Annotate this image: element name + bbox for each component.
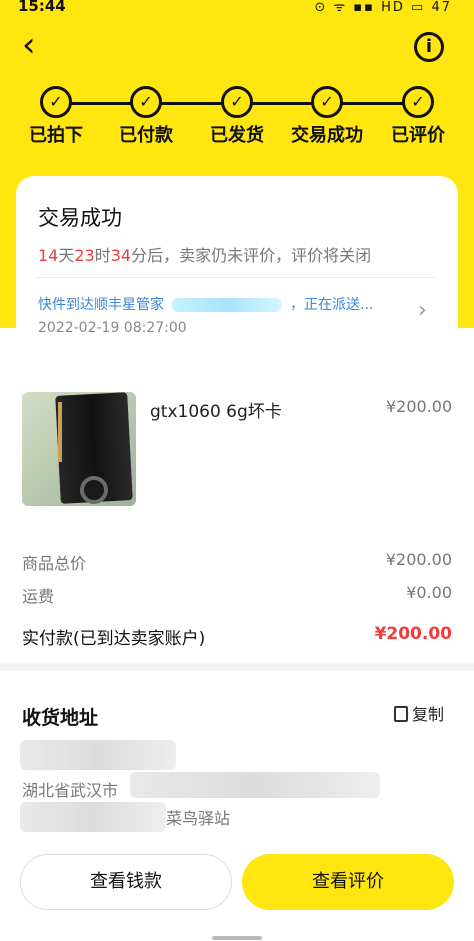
divider xyxy=(36,277,438,278)
check-icon: ✓ xyxy=(221,86,253,118)
redacted-recipient xyxy=(20,740,176,770)
product-price: ¥200.00 xyxy=(386,397,453,416)
chevron-left-icon: ‹ xyxy=(22,25,36,65)
goods-total-label: 商品总价 xyxy=(22,554,87,573)
shipping-fee-value: ¥0.00 xyxy=(406,583,452,602)
product-image[interactable] xyxy=(22,392,136,506)
review-countdown: 14天23时34分后，卖家仍未评价，评价将关闭 xyxy=(38,246,372,265)
back-button[interactable]: ‹ xyxy=(22,28,56,64)
view-review-button[interactable]: 查看评价 xyxy=(242,854,454,910)
order-status-card: 交易成功 14天23时34分后，卖家仍未评价，评价将关闭 快件到达顺丰星管家 ，正… xyxy=(16,176,458,358)
check-icon: ✓ xyxy=(40,86,72,118)
status-icons: ⊙ ᯤ ▪▪ HD ▭ 47 xyxy=(314,0,452,15)
info-button[interactable]: i xyxy=(414,32,444,62)
address-line: 湖北省武汉市 xyxy=(22,781,119,800)
step-shipped: ✓ 已发货 xyxy=(192,86,282,147)
redacted-address-detail xyxy=(20,802,166,832)
redacted-text xyxy=(172,298,282,312)
check-icon: ✓ xyxy=(130,86,162,118)
step-ordered: ✓ 已拍下 xyxy=(11,86,101,147)
shipping-status-link[interactable]: 快件到达顺丰星管家 ，正在派送... xyxy=(38,294,373,314)
address-title: 收货地址 xyxy=(22,707,99,729)
status-time: 15:44 xyxy=(18,0,66,15)
step-reviewed: ✓ 已评价 xyxy=(373,86,463,147)
step-label: 已拍下 xyxy=(29,125,83,146)
paid-amount-label: 实付款(已到达卖家账户) xyxy=(22,629,206,649)
copy-address-button[interactable]: 复制 xyxy=(394,701,444,725)
step-completed: ✓ 交易成功 xyxy=(282,86,372,147)
status-title: 交易成功 xyxy=(38,206,122,230)
order-progress: ✓ 已拍下 ✓ 已付款 ✓ 已发货 ✓ 交易成功 ✓ 已评价 xyxy=(0,86,474,146)
step-label: 已发货 xyxy=(210,125,264,146)
home-indicator xyxy=(212,936,262,940)
step-label: 已评价 xyxy=(391,125,445,146)
check-icon: ✓ xyxy=(311,86,343,118)
view-money-button[interactable]: 查看钱款 xyxy=(20,854,232,910)
paid-amount-value: ¥200.00 xyxy=(374,624,452,644)
step-label: 交易成功 xyxy=(291,125,363,146)
product-name[interactable]: gtx1060 6g坏卡 xyxy=(150,397,282,422)
step-label: 已付款 xyxy=(119,125,173,146)
address-line-2: 菜鸟驿站 xyxy=(166,809,231,828)
info-icon: i xyxy=(425,36,433,57)
shipping-fee-label: 运费 xyxy=(22,587,55,606)
shipping-time: 2022-02-19 08:27:00 xyxy=(38,320,187,336)
fan-photo xyxy=(80,476,108,504)
copy-icon xyxy=(394,706,408,722)
chevron-right-icon[interactable]: › xyxy=(418,298,427,323)
goods-total-value: ¥200.00 xyxy=(385,550,452,569)
status-bar: 15:44 ⊙ ᯤ ▪▪ HD ▭ 47 xyxy=(0,0,474,16)
step-paid: ✓ 已付款 xyxy=(101,86,191,147)
redacted-address xyxy=(130,772,380,798)
section-divider xyxy=(0,663,474,671)
pen-photo xyxy=(58,402,62,462)
check-icon: ✓ xyxy=(402,86,434,118)
